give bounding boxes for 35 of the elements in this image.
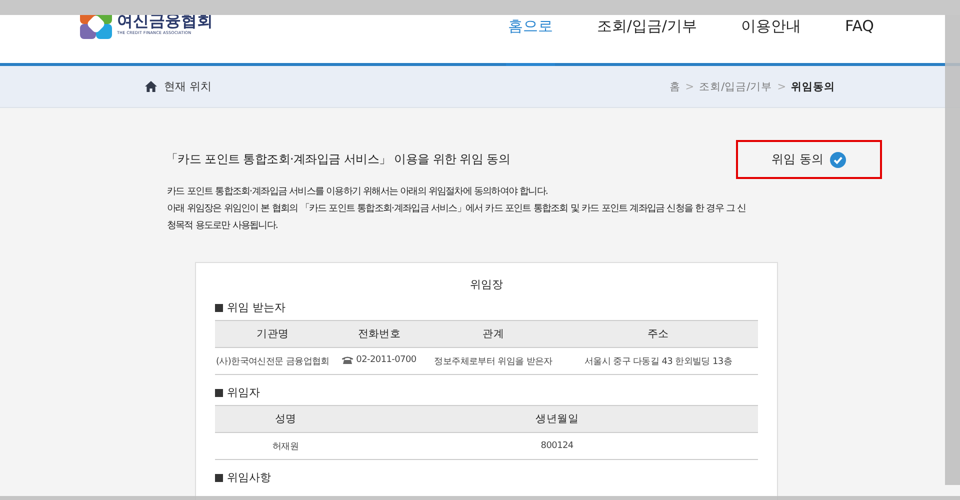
column-header: 관계 [428,320,558,348]
table-cell: (사)한국여신전문 금융업협회 [215,348,330,374]
breadcrumb-separator: > [685,80,694,92]
breadcrumb-link[interactable]: 조회/입금/기부 [699,80,772,94]
page-title: 「카드 포인트 통합조회·계좌입금 서비스」 이용을 위한 위임 동의 [166,151,510,168]
description-text: 카드 포인트 통합조회·계좌입금 서비스를 이용하기 위해서는 아래의 위임절차에 동의하여야 합니다. [167,185,549,199]
table-cell: 허재원 [215,432,356,460]
square-icon [215,388,223,396]
section-heading: 위임사항 [227,470,271,485]
description-text: 아래 위임장은 위임인이 본 협회의 「카드 포인트 통합조회·계좌입금 서비스」에서 카드 포인트 통합조회 및 카드 포인트 계좌입금 신청을 한 경우 그 신 [167,202,747,216]
breadcrumb-separator: > [777,80,786,92]
column-header: 전화번호 [330,320,428,348]
table-cell: 정보주체로부터 위임을 받은자 [428,348,558,374]
column-header: 생년월일 [356,406,758,432]
description-text: 청목적 용도로만 사용됩니다. [167,219,279,233]
breadcrumb-link[interactable]: 위임동의 [791,80,835,94]
table-cell: 서울시 중구 다동길 43 한외빌딩 13층 [558,348,758,374]
table-cell: 800124 [356,432,758,460]
breadcrumb-link[interactable]: 홈 [669,80,680,94]
nav-tab[interactable]: 이용안내 [738,15,803,63]
location-label: 현재 위치 [164,79,212,94]
section-heading: 위임 받는자 [227,300,286,315]
square-icon [215,474,223,482]
nav-tab[interactable]: 조회/입금/기부 [594,15,699,63]
consent-button[interactable]: 위임 동의 [736,140,882,179]
section-heading: 위임자 [227,385,260,400]
column-header: 기관명 [215,320,330,348]
square-icon [215,304,223,312]
column-header: 주소 [558,320,758,348]
letter-title: 위임장 [469,277,504,292]
table-cell: 02-2011-0700 [330,348,428,374]
home-icon [145,81,157,92]
phone-icon [342,356,354,364]
column-header: 성명 [215,406,356,432]
nav-tab[interactable]: FAQ [842,15,876,63]
